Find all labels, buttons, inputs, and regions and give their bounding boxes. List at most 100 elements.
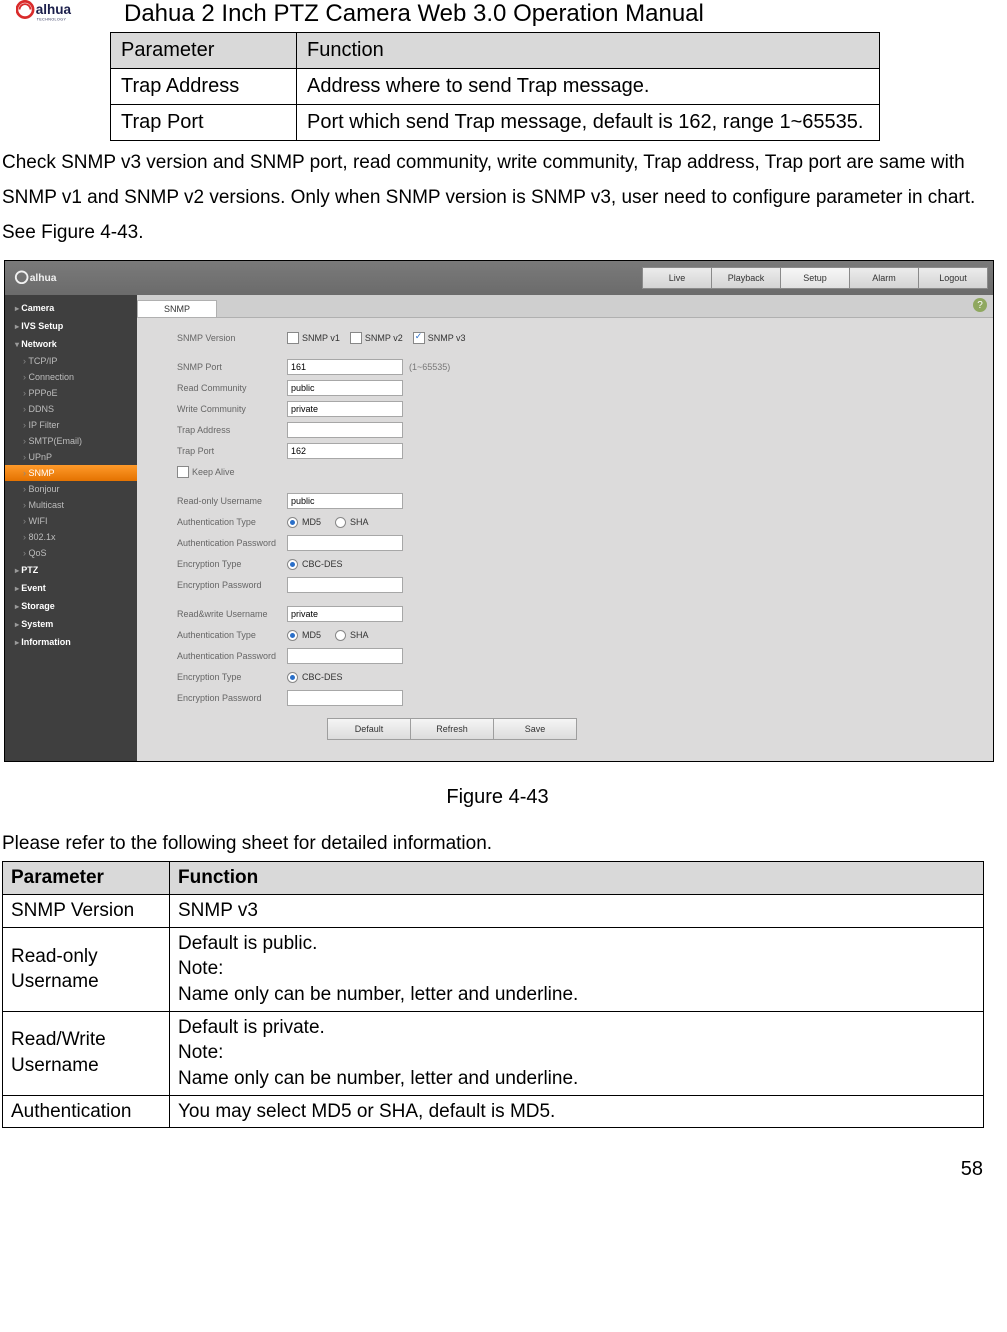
td-param: Trap Port bbox=[111, 105, 297, 141]
sidebar-group-storage[interactable]: Storage bbox=[5, 597, 137, 615]
input-write-community[interactable] bbox=[287, 401, 403, 417]
label-enc-pwd: Encryption Password bbox=[177, 580, 287, 590]
svg-text:TECHNOLOGY: TECHNOLOGY bbox=[37, 17, 67, 21]
sidebar-item-qos[interactable]: QoS bbox=[5, 545, 137, 561]
sidebar-group-event[interactable]: Event bbox=[5, 579, 137, 597]
refresh-button[interactable]: Refresh bbox=[410, 718, 494, 740]
tab-logout[interactable]: Logout bbox=[918, 267, 988, 289]
sidebar-group-ptz[interactable]: PTZ bbox=[5, 561, 137, 579]
label-rw-username: Read&write Username bbox=[177, 609, 287, 619]
bottom-param-table: Parameter Function SNMP Version SNMP v3 … bbox=[2, 861, 984, 1128]
checkbox-snmp-v1[interactable] bbox=[287, 332, 299, 344]
tab-playback[interactable]: Playback bbox=[711, 267, 781, 289]
td-func: SNMP v3 bbox=[170, 895, 984, 928]
page-number: 58 bbox=[0, 1158, 983, 1181]
radio-cbc-rw[interactable] bbox=[287, 672, 298, 683]
sidebar-item-upnp[interactable]: UPnP bbox=[5, 449, 137, 465]
top-param-table: Parameter Function Trap Address Address … bbox=[110, 32, 880, 141]
sidebar-group-information[interactable]: Information bbox=[5, 633, 137, 651]
td-func: Default is public. Note: Name only can b… bbox=[170, 927, 984, 1011]
ui-content: SNMP ? SNMP Version SNMP v1 SNMP v2 SNMP… bbox=[137, 295, 993, 761]
sidebar-item-ddns[interactable]: DDNS bbox=[5, 401, 137, 417]
label-enc-pwd-rw: Encryption Password bbox=[177, 693, 287, 703]
text-sha-rw: SHA bbox=[350, 630, 369, 640]
hint-snmp-port: (1~65535) bbox=[409, 362, 450, 372]
tab-live[interactable]: Live bbox=[642, 267, 712, 289]
label-auth-type: Authentication Type bbox=[177, 517, 287, 527]
ref-text: Please refer to the following sheet for … bbox=[2, 833, 993, 855]
radio-cbc-ro[interactable] bbox=[287, 559, 298, 570]
text-snmp-v1: SNMP v1 bbox=[302, 333, 340, 343]
doc-title: Dahua 2 Inch PTZ Camera Web 3.0 Operatio… bbox=[124, 0, 704, 28]
sidebar-group-ivs[interactable]: IVS Setup bbox=[5, 317, 137, 335]
text-md5-rw: MD5 bbox=[302, 630, 321, 640]
tab-setup[interactable]: Setup bbox=[780, 267, 850, 289]
td-param: Authentication bbox=[3, 1095, 170, 1128]
label-auth-type-rw: Authentication Type bbox=[177, 630, 287, 640]
checkbox-keep-alive[interactable] bbox=[177, 466, 189, 478]
text-snmp-v2: SNMP v2 bbox=[365, 333, 403, 343]
label-snmp-version: SNMP Version bbox=[177, 333, 287, 343]
td-param: Trap Address bbox=[111, 69, 297, 105]
sidebar-item-bonjour[interactable]: Bonjour bbox=[5, 481, 137, 497]
ui-subtab-strip: SNMP bbox=[137, 295, 993, 318]
input-auth-pwd-ro[interactable] bbox=[287, 535, 403, 551]
text-md5: MD5 bbox=[302, 517, 321, 527]
ui-sidebar: Camera IVS Setup Network TCP/IP Connecti… bbox=[5, 295, 137, 761]
sidebar-item-8021x[interactable]: 802.1x bbox=[5, 529, 137, 545]
body-paragraph: Check SNMP v3 version and SNMP port, rea… bbox=[2, 145, 993, 250]
checkbox-snmp-v3[interactable] bbox=[413, 332, 425, 344]
subtab-snmp[interactable]: SNMP bbox=[137, 300, 217, 317]
input-auth-pwd-rw[interactable] bbox=[287, 648, 403, 664]
sidebar-group-system[interactable]: System bbox=[5, 615, 137, 633]
td-func: Port which send Trap message, default is… bbox=[297, 105, 880, 141]
td-param: SNMP Version bbox=[3, 895, 170, 928]
th-function: Function bbox=[170, 862, 984, 895]
radio-sha-ro[interactable] bbox=[335, 517, 346, 528]
tab-alarm[interactable]: Alarm bbox=[849, 267, 919, 289]
sidebar-group-camera[interactable]: Camera bbox=[5, 299, 137, 317]
td-func: Default is private. Note: Name only can … bbox=[170, 1011, 984, 1095]
figure-caption: Figure 4-43 bbox=[0, 786, 995, 809]
text-snmp-v3: SNMP v3 bbox=[428, 333, 466, 343]
svg-text:alhua: alhua bbox=[36, 2, 72, 17]
input-trap-port[interactable] bbox=[287, 443, 403, 459]
radio-md5-ro[interactable] bbox=[287, 517, 298, 528]
default-button[interactable]: Default bbox=[327, 718, 411, 740]
text-sha: SHA bbox=[350, 517, 369, 527]
sidebar-item-multicast[interactable]: Multicast bbox=[5, 497, 137, 513]
brand-logo: alhua TECHNOLOGY bbox=[16, 0, 106, 28]
sidebar-item-ipfilter[interactable]: IP Filter bbox=[5, 417, 137, 433]
text-cbc: CBC-DES bbox=[302, 559, 343, 569]
input-enc-pwd-ro[interactable] bbox=[287, 577, 403, 593]
sidebar-item-smtp[interactable]: SMTP(Email) bbox=[5, 433, 137, 449]
label-auth-pwd: Authentication Password bbox=[177, 538, 287, 548]
sidebar-item-pppoe[interactable]: PPPoE bbox=[5, 385, 137, 401]
radio-sha-rw[interactable] bbox=[335, 630, 346, 641]
input-snmp-port[interactable] bbox=[287, 359, 403, 375]
text-cbc-rw: CBC-DES bbox=[302, 672, 343, 682]
input-rw-username[interactable] bbox=[287, 606, 403, 622]
sidebar-group-network[interactable]: Network bbox=[5, 335, 137, 353]
label-snmp-port: SNMP Port bbox=[177, 362, 287, 372]
save-button[interactable]: Save bbox=[493, 718, 577, 740]
sidebar-item-snmp[interactable]: SNMP bbox=[5, 465, 137, 481]
sidebar-item-tcpip[interactable]: TCP/IP bbox=[5, 353, 137, 369]
td-param: Read/Write Username bbox=[3, 1011, 170, 1095]
td-func: Address where to send Trap message. bbox=[297, 69, 880, 105]
label-keep-alive: Keep Alive bbox=[192, 467, 235, 477]
radio-md5-rw[interactable] bbox=[287, 630, 298, 641]
th-function: Function bbox=[297, 33, 880, 69]
label-trap-address: Trap Address bbox=[177, 425, 287, 435]
label-read-community: Read Community bbox=[177, 383, 287, 393]
label-write-community: Write Community bbox=[177, 404, 287, 414]
input-enc-pwd-rw[interactable] bbox=[287, 690, 403, 706]
input-ro-username[interactable] bbox=[287, 493, 403, 509]
sidebar-item-wifi[interactable]: WIFI bbox=[5, 513, 137, 529]
sidebar-item-connection[interactable]: Connection bbox=[5, 369, 137, 385]
input-read-community[interactable] bbox=[287, 380, 403, 396]
label-trap-port: Trap Port bbox=[177, 446, 287, 456]
input-trap-address[interactable] bbox=[287, 422, 403, 438]
checkbox-snmp-v2[interactable] bbox=[350, 332, 362, 344]
ui-brand-logo: alhua bbox=[11, 267, 91, 289]
